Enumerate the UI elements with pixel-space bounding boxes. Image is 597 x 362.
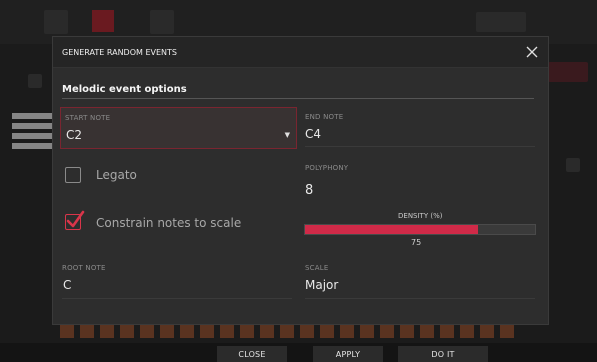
close-icon[interactable] bbox=[525, 45, 539, 59]
scale-label: SCALE bbox=[305, 264, 329, 272]
root-note-underline bbox=[62, 298, 292, 299]
section-title: Melodic event options bbox=[62, 84, 187, 95]
density-label: DENSITY (%) bbox=[398, 212, 443, 220]
scale-value[interactable]: Major bbox=[305, 278, 338, 292]
section-divider bbox=[62, 98, 534, 99]
bg-side-dropdown bbox=[566, 158, 580, 172]
close-bottom-button[interactable]: CLOSE bbox=[217, 346, 287, 362]
legato-label: Legato bbox=[96, 168, 137, 182]
start-note-value: C2 bbox=[66, 128, 83, 142]
root-note-value[interactable]: C bbox=[63, 278, 71, 292]
generate-random-events-dialog: GENERATE RANDOM EVENTS Melodic event opt… bbox=[52, 36, 549, 325]
apply-button[interactable]: APPLY bbox=[313, 346, 383, 362]
dialog-title: GENERATE RANDOM EVENTS bbox=[62, 48, 177, 57]
do-it-button[interactable]: DO IT bbox=[398, 346, 488, 362]
density-fill bbox=[305, 225, 478, 234]
end-note-underline bbox=[305, 146, 535, 147]
bg-edit-button bbox=[476, 12, 526, 32]
bg-tool-icon bbox=[150, 10, 174, 34]
bottom-bar bbox=[0, 343, 597, 362]
polyphony-label: POLYPHONY bbox=[305, 164, 349, 172]
density-slider[interactable] bbox=[304, 224, 536, 235]
chevron-down-icon: ▼ bbox=[284, 131, 290, 139]
legato-checkbox[interactable] bbox=[65, 167, 81, 183]
root-note-label: ROOT NOTE bbox=[62, 264, 106, 272]
bg-tool-icon-active bbox=[92, 10, 114, 32]
end-note-value[interactable]: C4 bbox=[305, 127, 321, 141]
bg-piano-keys bbox=[12, 113, 52, 155]
bg-grid-icon bbox=[28, 74, 42, 88]
constrain-checkbox[interactable] bbox=[65, 210, 85, 230]
polyphony-value[interactable]: 8 bbox=[305, 183, 313, 198]
end-note-label: END NOTE bbox=[305, 113, 344, 121]
checkmark-icon bbox=[66, 210, 85, 228]
start-note-select[interactable]: START NOTE C2 ▼ bbox=[60, 107, 297, 149]
dialog-header: GENERATE RANDOM EVENTS bbox=[53, 37, 548, 68]
start-note-label: START NOTE bbox=[65, 114, 111, 122]
constrain-label: Constrain notes to scale bbox=[96, 216, 242, 230]
bg-tool-icon bbox=[44, 10, 68, 34]
density-value: 75 bbox=[411, 238, 422, 247]
bg-side-tab bbox=[548, 62, 588, 82]
scale-underline bbox=[305, 298, 535, 299]
